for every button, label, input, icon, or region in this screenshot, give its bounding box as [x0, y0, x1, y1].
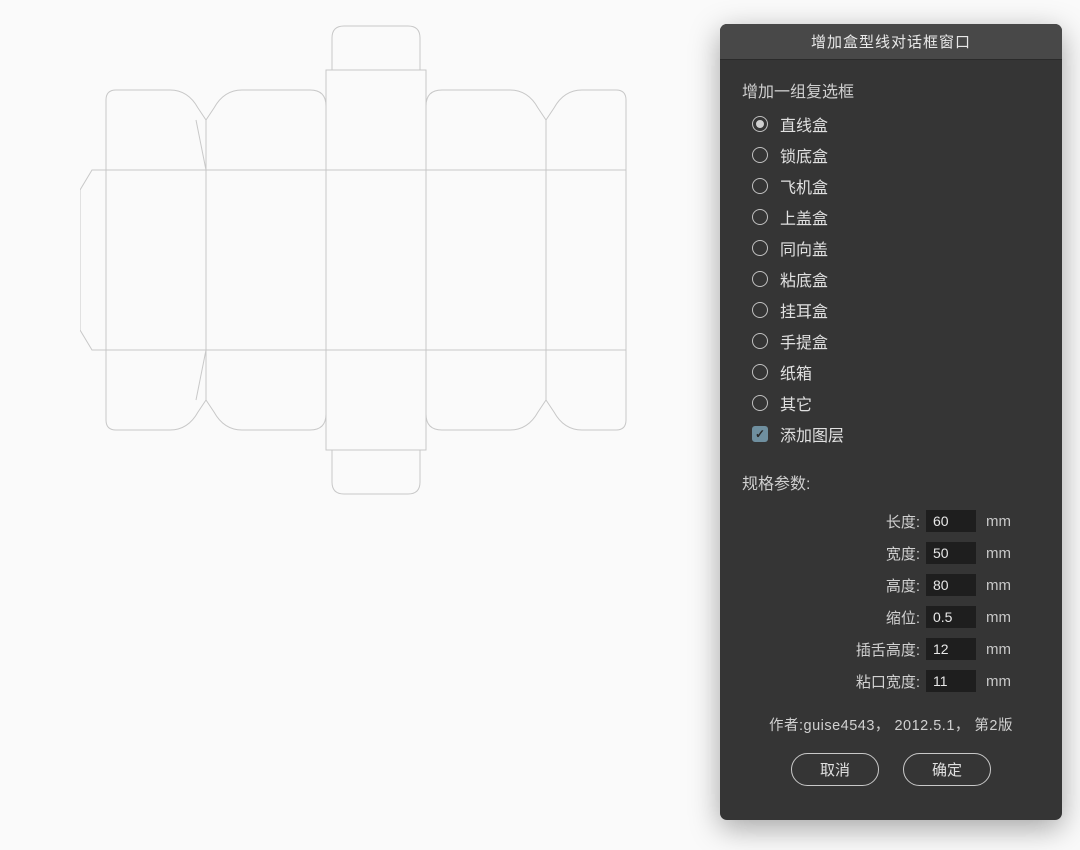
height-input[interactable] [926, 574, 976, 596]
param-row-width: 宽度: mm [742, 542, 1040, 564]
radio-option-same-direction-lid[interactable]: 同向盖 [752, 236, 1040, 260]
radio-icon [752, 116, 768, 132]
glue-width-input[interactable] [926, 670, 976, 692]
radio-label: 手提盒 [780, 329, 828, 353]
param-unit: mm [986, 513, 1016, 530]
radio-option-handle-box[interactable]: 手提盒 [752, 329, 1040, 353]
param-row-tuck-height: 插舌高度: mm [742, 638, 1040, 660]
confirm-button[interactable]: 确定 [903, 753, 991, 786]
param-label: 宽度: [886, 543, 920, 564]
button-row: 取消 确定 [742, 753, 1040, 786]
radio-option-glue-bottom-box[interactable]: 粘底盒 [752, 267, 1040, 291]
radio-option-other[interactable]: 其它 [752, 391, 1040, 415]
radio-icon [752, 302, 768, 318]
param-unit: mm [986, 641, 1016, 658]
radio-icon [752, 364, 768, 380]
param-row-height: 高度: mm [742, 574, 1040, 596]
radio-icon [752, 395, 768, 411]
param-label: 高度: [886, 575, 920, 596]
param-unit: mm [986, 673, 1016, 690]
param-unit: mm [986, 545, 1016, 562]
param-unit: mm [986, 609, 1016, 626]
tuck-height-input[interactable] [926, 638, 976, 660]
radio-label: 同向盖 [780, 236, 828, 260]
author-line: 作者:guise4543， 2012.5.1， 第2版 [742, 714, 1040, 735]
radio-icon [752, 333, 768, 349]
radio-label: 纸箱 [780, 360, 812, 384]
radio-icon [752, 271, 768, 287]
radio-label: 上盖盒 [780, 205, 828, 229]
radio-option-straight-box[interactable]: 直线盒 [752, 112, 1040, 136]
radio-icon [752, 178, 768, 194]
radio-group-label: 增加一组复选框 [742, 78, 1040, 102]
param-label: 长度: [886, 511, 920, 532]
param-row-glue-width: 粘口宽度: mm [742, 670, 1040, 692]
box-dieline-preview [80, 20, 650, 540]
dialog-title: 增加盒型线对话框窗口 [720, 24, 1062, 60]
checkbox-add-layer[interactable]: 添加图层 [752, 422, 1040, 446]
canvas-area [0, 0, 700, 850]
param-label: 粘口宽度: [856, 671, 920, 692]
radio-label: 飞机盒 [780, 174, 828, 198]
radio-option-top-lid-box[interactable]: 上盖盒 [752, 205, 1040, 229]
radio-option-hanging-tab-box[interactable]: 挂耳盒 [752, 298, 1040, 322]
param-label: 缩位: [886, 607, 920, 628]
checkbox-label: 添加图层 [780, 422, 844, 446]
radio-option-lock-bottom-box[interactable]: 锁底盒 [752, 143, 1040, 167]
param-unit: mm [986, 577, 1016, 594]
length-input[interactable] [926, 510, 976, 532]
params-title: 规格参数: [742, 470, 1040, 494]
radio-icon [752, 240, 768, 256]
param-row-length: 长度: mm [742, 510, 1040, 532]
params-section: 规格参数: 长度: mm 宽度: mm 高度: mm 缩位: mm [742, 470, 1040, 692]
box-type-dialog: 增加盒型线对话框窗口 增加一组复选框 直线盒 锁底盒 飞机盒 上盖盒 同向盖 粘… [720, 24, 1062, 820]
dialog-content: 增加一组复选框 直线盒 锁底盒 飞机盒 上盖盒 同向盖 粘底盒 挂耳盒 [720, 60, 1062, 800]
param-row-shrink: 缩位: mm [742, 606, 1040, 628]
radio-label: 粘底盒 [780, 267, 828, 291]
radio-label: 挂耳盒 [780, 298, 828, 322]
radio-label: 其它 [780, 391, 812, 415]
radio-label: 锁底盒 [780, 143, 828, 167]
width-input[interactable] [926, 542, 976, 564]
cancel-button[interactable]: 取消 [791, 753, 879, 786]
radio-option-carton[interactable]: 纸箱 [752, 360, 1040, 384]
radio-icon [752, 147, 768, 163]
radio-label: 直线盒 [780, 112, 828, 136]
shrink-input[interactable] [926, 606, 976, 628]
radio-option-airplane-box[interactable]: 飞机盒 [752, 174, 1040, 198]
param-label: 插舌高度: [856, 639, 920, 660]
checkbox-icon [752, 426, 768, 442]
radio-icon [752, 209, 768, 225]
